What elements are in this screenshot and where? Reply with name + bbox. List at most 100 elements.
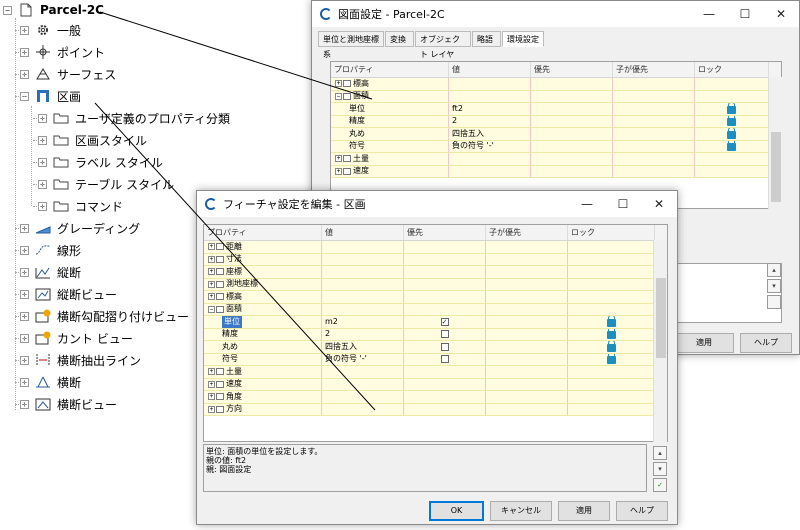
tree-item[interactable]: + 一般 (20, 20, 81, 40)
table-row[interactable]: − 面積 (331, 90, 781, 103)
column-header[interactable]: 優先 (404, 225, 486, 240)
tree-item[interactable]: + カント ビュー (20, 328, 133, 348)
tree-item[interactable]: + 横断抽出ライン (20, 350, 141, 370)
column-header[interactable]: 子が優先 (613, 62, 695, 77)
column-header[interactable]: 優先 (531, 62, 613, 77)
table-row[interactable]: 単位 m2 ✓ (204, 316, 667, 329)
expand-toggle[interactable]: + (208, 293, 215, 301)
apply-button[interactable]: 適用 (558, 501, 610, 521)
table-row[interactable]: + 土量 (204, 366, 667, 379)
property-value[interactable]: 負の符号 '-' (325, 354, 367, 366)
scrollbar-thumb[interactable] (771, 132, 781, 202)
table-row[interactable]: 符号 負の符号 '-' (204, 353, 667, 366)
tree-item[interactable]: + ラベル スタイル (38, 152, 163, 172)
property-value[interactable]: ft2 (452, 103, 463, 115)
cancel-button[interactable]: キャンセル (490, 501, 552, 521)
maximize-button[interactable]: ☐ (727, 1, 763, 27)
tree-item[interactable]: + ポイント (20, 42, 105, 62)
override-checkbox[interactable] (440, 330, 449, 339)
tree-item[interactable]: + 縦断ビュー (20, 284, 117, 304)
table-row[interactable]: + 座標 (204, 266, 667, 279)
expand-toggle[interactable]: − (335, 92, 342, 100)
tree-item[interactable]: + テーブル スタイル (38, 174, 174, 194)
table-row[interactable]: + 標高 (331, 78, 781, 91)
table-row[interactable]: 精度 2 (331, 115, 781, 128)
collapse-toggle[interactable]: − (3, 5, 12, 15)
table-row[interactable]: 符号 負の符号 '-' (331, 140, 781, 153)
property-value[interactable]: m2 (325, 316, 338, 328)
table-row[interactable]: + 標高 (204, 291, 667, 304)
tree-item[interactable]: − 区画 (20, 86, 81, 106)
property-value[interactable]: 2 (325, 329, 330, 341)
tree-root[interactable]: − Parcel-2C (3, 0, 104, 20)
tree-item[interactable]: + サーフェス (20, 64, 116, 84)
column-header[interactable]: 子が優先 (486, 225, 568, 240)
collapse-all-icon[interactable]: ▾ (653, 462, 667, 476)
lock-icon[interactable] (606, 341, 616, 352)
tree-item[interactable]: + 横断 (20, 372, 81, 392)
table-row[interactable]: 丸め 四捨五入 (331, 128, 781, 141)
table-row[interactable]: + 距離 (204, 241, 667, 254)
tab-0[interactable]: 単位と測地座標系 (318, 31, 384, 59)
minimize-button[interactable]: — (569, 191, 605, 217)
tab-2[interactable]: オブジェクト レイヤ (415, 31, 471, 59)
expand-toggle[interactable]: + (208, 255, 215, 263)
table-row[interactable]: 単位 ft2 (331, 103, 781, 116)
column-header[interactable]: プロパティ (331, 62, 449, 77)
apply-button[interactable]: 適用 (674, 333, 734, 353)
column-header[interactable]: プロパティ (204, 225, 322, 240)
lock-icon[interactable] (606, 353, 616, 365)
table-row[interactable]: + 測地座標 (204, 278, 667, 291)
override-checkbox[interactable] (440, 342, 449, 351)
column-header[interactable]: ロック (695, 62, 769, 77)
tree-item[interactable]: + 区画スタイル (38, 130, 147, 150)
override-checkbox[interactable] (440, 355, 449, 364)
lock-icon[interactable] (727, 103, 736, 114)
table-row[interactable]: − 面積 (204, 303, 667, 316)
scrollbar-thumb[interactable] (656, 278, 666, 358)
expand-toggle[interactable]: + (208, 393, 215, 401)
expand-toggle[interactable]: + (208, 268, 215, 276)
table-row[interactable]: + 方向 (204, 403, 667, 416)
checkmark-icon[interactable]: ✓ (653, 478, 667, 492)
property-value[interactable]: 2 (452, 116, 457, 128)
help-button[interactable]: ヘルプ (740, 333, 792, 353)
tab-4[interactable]: 環境設定 (502, 31, 544, 47)
expand-toggle[interactable]: + (208, 405, 215, 413)
property-value[interactable]: 四捨五入 (325, 341, 357, 353)
tree-item[interactable]: + 横断勾配摺り付けビュー (20, 306, 189, 326)
help-button[interactable]: ヘルプ (616, 501, 668, 521)
table-row[interactable]: + 寸法 (204, 253, 667, 266)
grid-scrollbar[interactable] (653, 240, 667, 442)
tab-3[interactable]: 略語 (472, 31, 501, 47)
table-row[interactable]: 丸め 四捨五入 (204, 341, 667, 354)
override-checkbox[interactable]: ✓ (440, 317, 449, 326)
table-row[interactable]: 精度 2 (204, 328, 667, 341)
property-value[interactable]: 四捨五入 (452, 128, 484, 140)
tab-1[interactable]: 変換 (385, 31, 414, 47)
lock-icon[interactable] (727, 115, 736, 127)
lock-icon[interactable] (606, 316, 616, 327)
column-header[interactable]: 値 (322, 225, 404, 240)
column-header[interactable]: ロック (568, 225, 655, 240)
expand-toggle[interactable]: + (208, 368, 215, 376)
tree-item[interactable]: + グレーディング (20, 218, 140, 238)
expand-toggle[interactable]: + (208, 243, 215, 251)
checkmark-icon[interactable] (767, 295, 781, 309)
tree-item[interactable]: + コマンド (38, 196, 123, 216)
grid-scrollbar[interactable] (768, 77, 782, 209)
lock-icon[interactable] (606, 328, 616, 340)
table-row[interactable]: + 速度 (331, 165, 781, 178)
expand-toggle[interactable]: − (208, 305, 215, 313)
table-row[interactable]: + 角度 (204, 391, 667, 404)
maximize-button[interactable]: ☐ (605, 191, 641, 217)
expand-toggle[interactable]: + (335, 80, 342, 88)
minimize-button[interactable]: — (691, 1, 727, 27)
table-row[interactable]: + 土量 (331, 153, 781, 166)
expand-toggle[interactable]: + (335, 167, 342, 175)
expand-toggle[interactable]: + (208, 280, 215, 288)
tree-item[interactable]: + ユーザ定義のプロパティ分類 (38, 108, 230, 128)
close-button[interactable]: ✕ (641, 191, 677, 217)
tree-item[interactable]: + 線形 (20, 240, 81, 260)
tree-item[interactable]: + 横断ビュー (20, 394, 117, 414)
